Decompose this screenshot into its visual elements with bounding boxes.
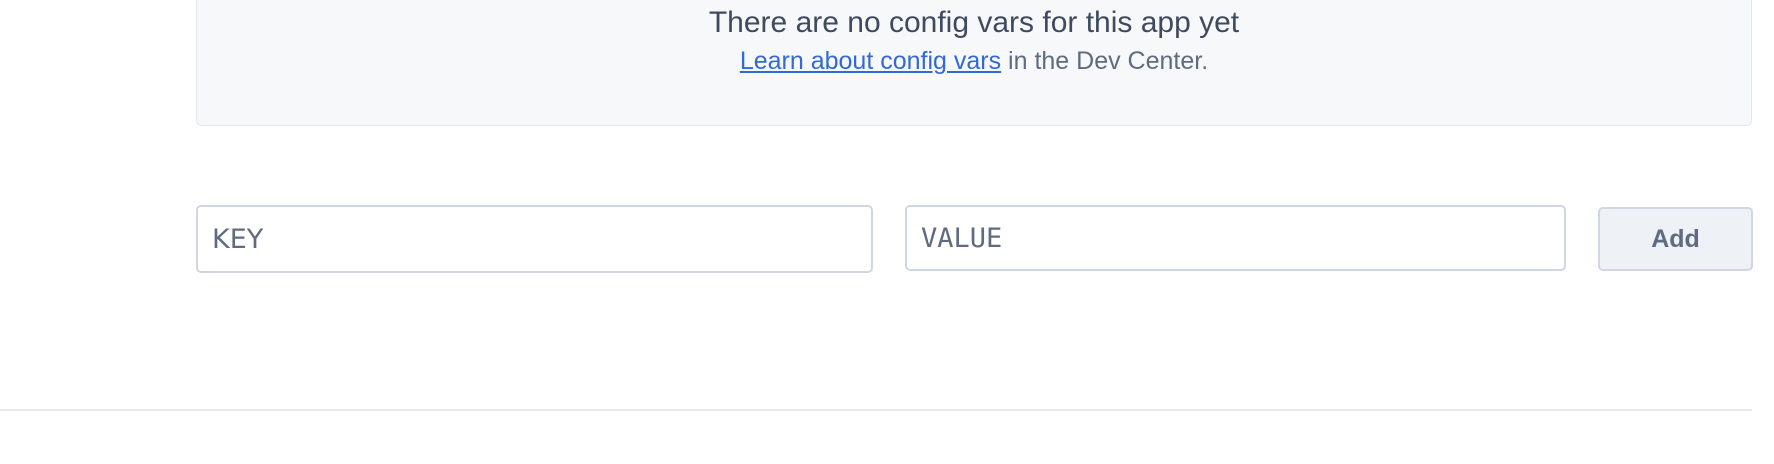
config-key-input[interactable] [196, 205, 873, 273]
config-value-input[interactable] [905, 205, 1566, 271]
empty-state-title: There are no config vars for this app ye… [708, 6, 1240, 39]
section-divider [0, 409, 1752, 411]
add-config-var-button[interactable]: Add [1598, 207, 1753, 271]
empty-state-suffix: in the Dev Center. [1001, 47, 1209, 75]
config-vars-empty-state: There are no config vars for this app ye… [196, 0, 1752, 126]
learn-config-vars-link[interactable]: Learn about config vars [740, 47, 1001, 75]
empty-state-subtext: Learn about config vars in the Dev Cente… [197, 45, 1751, 77]
